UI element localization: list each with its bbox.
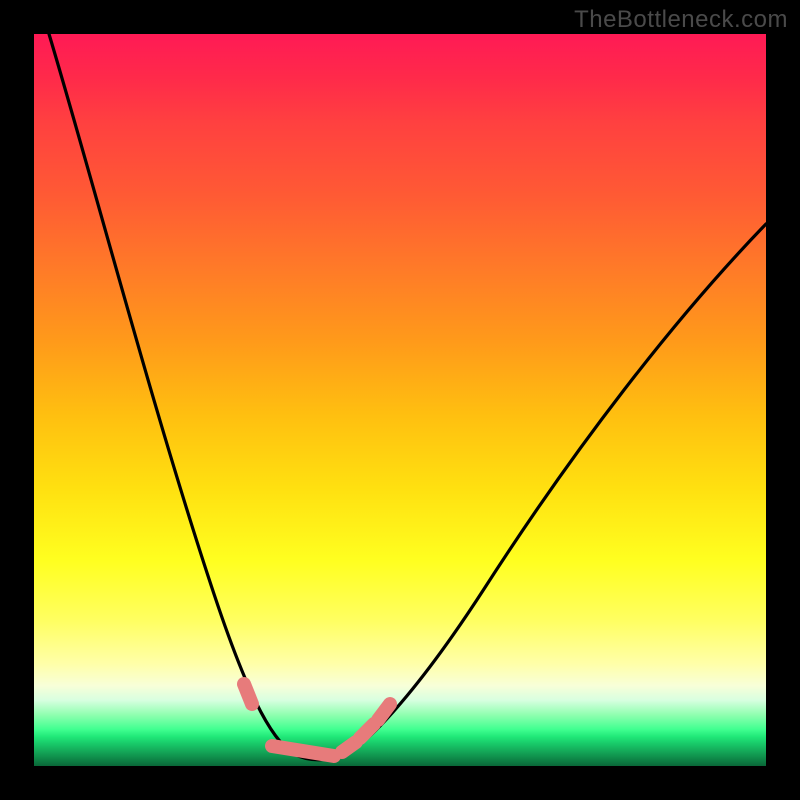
watermark-text: TheBottleneck.com (574, 6, 788, 34)
chart-frame: TheBottleneck.com (0, 0, 800, 800)
curve-svg (34, 34, 766, 766)
bottleneck-curve (49, 34, 766, 760)
plot-area (34, 34, 766, 766)
